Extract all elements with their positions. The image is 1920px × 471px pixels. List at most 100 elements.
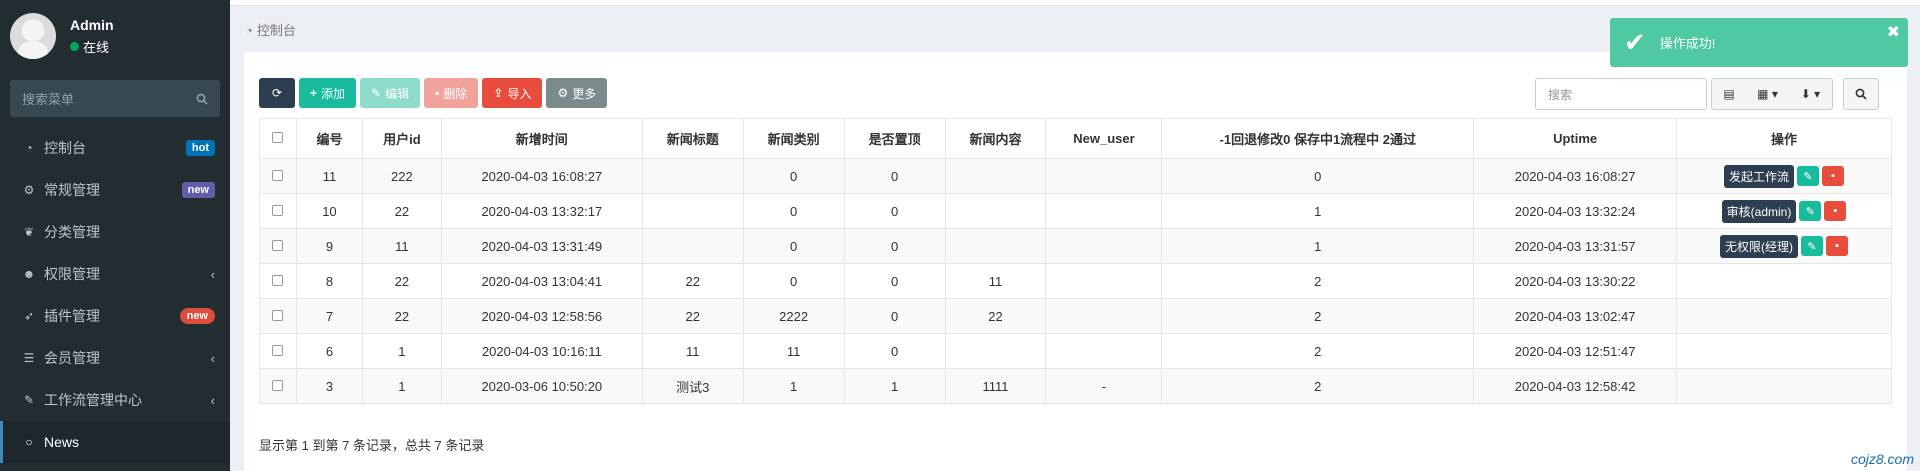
operations-cell: 无权限(经理) ✎ ▪ xyxy=(1676,228,1892,264)
columns-button[interactable]: ▦ ▾ xyxy=(1746,78,1790,110)
column-header[interactable]: 新闻标题 xyxy=(641,118,744,159)
table-row[interactable]: 6 1 2020-04-03 10:16:11 11 11 0 2 2020-0… xyxy=(259,333,1892,369)
no-permission-button[interactable]: 无权限(经理) xyxy=(1720,234,1799,258)
row-delete-button[interactable]: ▪ xyxy=(1824,201,1847,221)
table-cell: 9 xyxy=(295,228,363,264)
more-button[interactable]: ⚙ 更多 xyxy=(546,78,608,108)
news-table: 编号 用户id 新增时间 新闻标题 新闻类别 是否置顶 新闻内容 New_use… xyxy=(259,118,1892,404)
table-cell: 22 xyxy=(641,298,744,334)
column-header[interactable]: Uptime xyxy=(1473,118,1678,159)
table-cell: 22 xyxy=(361,263,442,299)
sidebar-item-dashboard[interactable]: ◔ 控制台 hot xyxy=(0,127,230,169)
export-button[interactable]: ⬇ ▾ xyxy=(1789,78,1833,110)
table-cell xyxy=(944,158,1047,194)
table-cell: 0 xyxy=(1161,158,1475,194)
select-all-cell[interactable] xyxy=(259,118,297,159)
column-header[interactable]: New_user xyxy=(1045,118,1163,159)
table-cell: 0 xyxy=(843,298,946,334)
row-checkbox[interactable] xyxy=(272,309,284,321)
table-cell: 2020-04-03 12:58:56 xyxy=(440,298,643,334)
sidebar-item-auth[interactable]: ☻ 权限管理 ‹ xyxy=(0,253,230,295)
sidebar-item-news[interactable]: ○ News xyxy=(0,421,230,463)
sidebar-item-members[interactable]: ☰ 会员管理 ‹ xyxy=(0,337,230,379)
table-cell: 11 xyxy=(295,158,363,194)
table-search-input[interactable]: 搜索 xyxy=(1535,78,1707,110)
table-cell: 2020-04-03 13:04:41 xyxy=(440,263,643,299)
table-cell: 22 xyxy=(641,263,744,299)
rocket-icon: ➶ xyxy=(23,309,35,323)
column-header[interactable]: 新增时间 xyxy=(440,118,643,159)
table-cell: 11 xyxy=(361,228,442,264)
column-header[interactable]: 是否置顶 xyxy=(843,118,946,159)
toolbar: ⟳ + 添加 ✎ 编辑 ▪ 删除 ⇪ 导入 ⚙ 更多 xyxy=(259,78,611,108)
column-header[interactable]: 用户id xyxy=(361,118,442,159)
column-header[interactable]: 编号 xyxy=(295,118,363,159)
row-delete-button[interactable]: ▪ xyxy=(1822,166,1845,186)
table-row[interactable]: 11 222 2020-04-03 16:08:27 0 0 0 2020-04… xyxy=(259,158,1892,194)
import-button[interactable]: ⇪ 导入 xyxy=(482,78,543,108)
top-tab-bar xyxy=(230,0,1920,6)
table-row[interactable]: 9 11 2020-04-03 13:31:49 0 0 1 2020-04-0… xyxy=(259,228,1892,264)
toast-message: 操作成功! xyxy=(1659,36,1716,51)
row-checkbox[interactable] xyxy=(272,204,284,216)
column-header[interactable]: 新闻类别 xyxy=(742,118,845,159)
operations-cell xyxy=(1676,333,1892,369)
table-cell: 22 xyxy=(361,298,442,334)
row-edit-button[interactable]: ✎ xyxy=(1801,236,1824,256)
column-header[interactable]: 新闻内容 xyxy=(944,118,1047,159)
sidebar: Admin 在线 搜索菜单 ◔ 控制台 hot ⚙ 常规管理 new ❦ 分类管… xyxy=(0,0,230,471)
operations-cell: 审核(admin) ✎ ▪ xyxy=(1676,193,1892,229)
row-edit-button[interactable]: ✎ xyxy=(1797,166,1820,186)
sidebar-item-general[interactable]: ⚙ 常规管理 new xyxy=(0,169,230,211)
close-icon[interactable]: ✖ xyxy=(1887,22,1900,42)
table-row[interactable]: 10 22 2020-04-03 13:32:17 0 0 1 2020-04-… xyxy=(259,193,1892,229)
online-dot-icon xyxy=(70,41,79,51)
row-checkbox[interactable] xyxy=(272,344,284,356)
column-header[interactable]: -1回退修改0 保存中1流程中 2通过 xyxy=(1161,118,1475,159)
watermark: cojz8.com xyxy=(1850,451,1914,467)
select-all-checkbox[interactable] xyxy=(272,132,284,143)
table-cell: 2020-04-03 12:58:42 xyxy=(1473,368,1678,404)
table-row[interactable]: 3 1 2020-03-06 10:50:20 测试3 1 1 1111 - 2… xyxy=(259,368,1892,404)
table-cell: 2020-04-03 13:32:24 xyxy=(1473,193,1678,229)
table-cell: 2020-04-03 12:51:47 xyxy=(1473,333,1678,369)
start-workflow-button[interactable]: 发起工作流 xyxy=(1724,164,1795,188)
row-delete-button[interactable]: ▪ xyxy=(1826,236,1849,256)
sidebar-item-category[interactable]: ❦ 分类管理 xyxy=(0,211,230,253)
dashboard-icon: ◔ xyxy=(25,141,33,155)
delete-button[interactable]: ▪ 删除 xyxy=(424,78,479,108)
refresh-icon: ⟳ xyxy=(271,86,283,100)
delete-label: 删除 xyxy=(443,86,468,101)
more-label: 更多 xyxy=(572,86,597,101)
sidebar-item-workflow[interactable]: ✎ 工作流管理中心 ‹ xyxy=(0,379,230,421)
sidebar-item-label: 常规管理 xyxy=(44,182,100,198)
toggle-view-button[interactable]: ▤ xyxy=(1711,78,1747,110)
search-icon[interactable] xyxy=(196,93,208,105)
pagination-info: 显示第 1 到第 7 条记录，总共 7 条记录 xyxy=(259,438,485,453)
table-search-placeholder: 搜索 xyxy=(1548,87,1573,102)
table-cell: 2 xyxy=(1161,298,1475,334)
review-button[interactable]: 审核(admin) xyxy=(1721,199,1797,223)
edit-button[interactable]: ✎ 编辑 xyxy=(360,78,421,108)
advanced-search-button[interactable] xyxy=(1843,78,1879,110)
row-checkbox[interactable] xyxy=(272,239,284,251)
row-checkbox[interactable] xyxy=(272,379,284,391)
sidebar-item-addons[interactable]: ➶ 插件管理 new xyxy=(0,295,230,337)
table-row[interactable]: 8 22 2020-04-03 13:04:41 22 0 0 11 2 202… xyxy=(259,263,1892,299)
user-name: Admin xyxy=(70,16,114,33)
table-cell xyxy=(1045,158,1163,194)
table-cell: 1 xyxy=(361,333,442,369)
row-edit-button[interactable]: ✎ xyxy=(1799,201,1822,221)
cogs-icon: ⚙ xyxy=(23,183,35,197)
magic-icon: ✎ xyxy=(23,393,35,407)
table-cell xyxy=(641,193,744,229)
row-checkbox[interactable] xyxy=(272,274,284,286)
sidebar-item-label: 分类管理 xyxy=(44,224,100,240)
checkmark-icon: ✔ xyxy=(1624,27,1646,57)
row-checkbox[interactable] xyxy=(272,169,284,181)
refresh-button[interactable]: ⟳ xyxy=(259,78,295,108)
sidebar-search-input[interactable]: 搜索菜单 xyxy=(10,80,220,117)
add-button[interactable]: + 添加 xyxy=(299,78,357,108)
table-cell xyxy=(1045,298,1163,334)
table-row[interactable]: 7 22 2020-04-03 12:58:56 22 2222 0 22 2 … xyxy=(259,298,1892,334)
